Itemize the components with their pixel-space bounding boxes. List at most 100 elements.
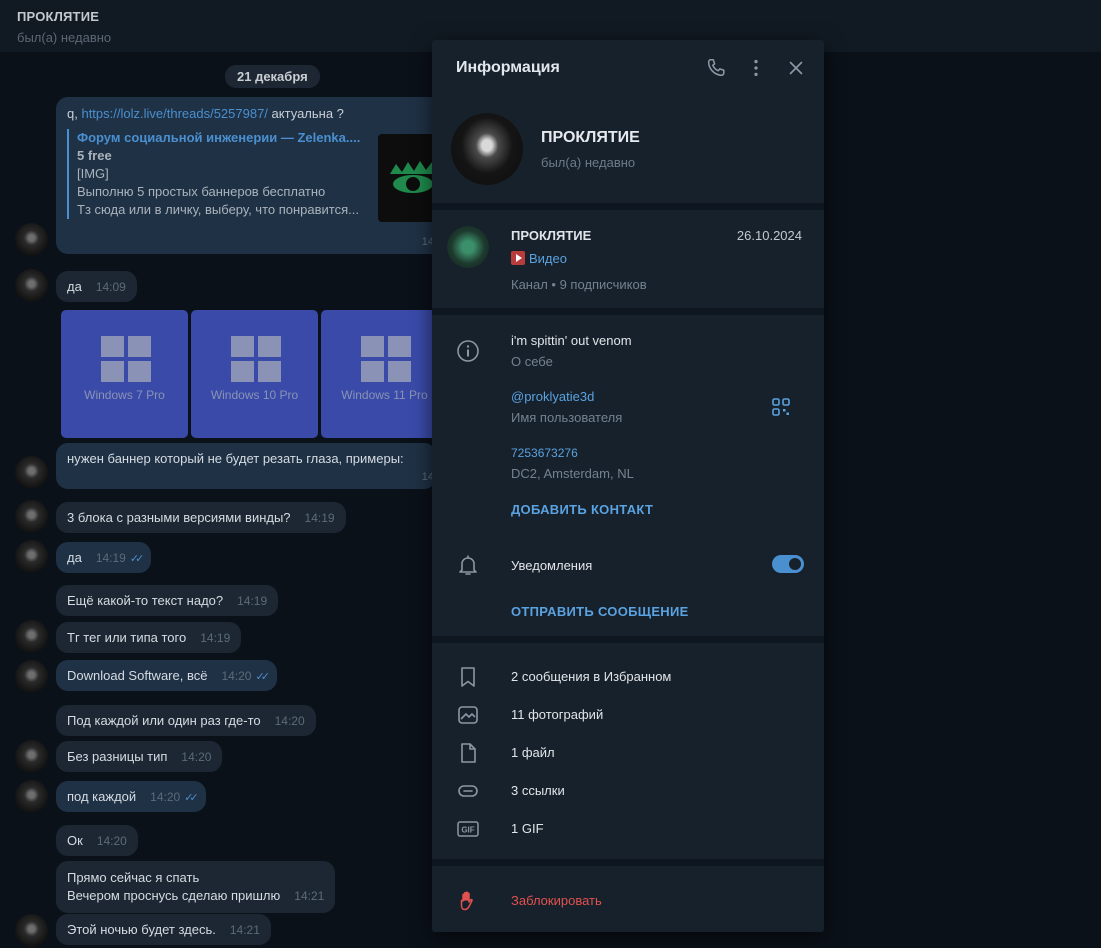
profile-avatar[interactable] — [451, 113, 523, 185]
username-label: Имя пользователя — [511, 410, 623, 425]
message-time: 14:21 — [229, 923, 260, 937]
message-bubble[interactable]: под каждой 14:20 ✓✓ — [56, 781, 206, 812]
message-bubble[interactable]: Под каждой или один раз где-то 14:20 — [56, 705, 316, 736]
preview-line: Выполню 5 простых баннеров бесплатно — [77, 184, 326, 199]
message-time: 14:20 — [274, 714, 305, 728]
link-message-bubble[interactable]: q, https://lolz.live/threads/5257987/ ак… — [56, 97, 456, 254]
profile-name: ПРОКЛЯТИЕ — [541, 129, 640, 146]
photos-row[interactable]: 11 фотографий — [511, 707, 603, 722]
message-bubble[interactable]: да 14:19 ✓✓ — [56, 542, 152, 573]
username-value[interactable]: @proklyatie3d — [511, 389, 594, 404]
avatar[interactable] — [15, 660, 48, 693]
image-tile[interactable]: Windows 10 Pro — [191, 310, 318, 438]
message-time: 14:19 — [200, 631, 231, 645]
image-tile[interactable]: Windows 7 Pro — [61, 310, 188, 438]
message-text: Download Software, всё — [67, 668, 208, 683]
message-text: Прямо сейчас я спать — [67, 870, 200, 885]
message-bubble[interactable]: Тг тег или типа того 14:19 — [56, 622, 242, 653]
avatar[interactable] — [15, 500, 48, 533]
send-message-button[interactable]: ОТПРАВИТЬ СООБЩЕНИЕ — [511, 604, 689, 619]
channel-video-link[interactable]: Видео — [511, 251, 567, 266]
avatar[interactable] — [15, 269, 48, 302]
message-text: Под каждой или один раз где-то — [67, 713, 261, 728]
more-options-icon[interactable] — [745, 57, 767, 79]
phone-icon[interactable] — [705, 57, 727, 79]
links-row[interactable]: 3 ссылки — [511, 783, 565, 798]
message-bubble[interactable]: да 14:09 — [56, 271, 137, 302]
svg-text:GIF: GIF — [461, 826, 474, 835]
block-button[interactable]: Заблокировать — [511, 893, 602, 908]
add-contact-button[interactable]: ДОБАВИТЬ КОНТАКТ — [511, 502, 653, 517]
gifs-row[interactable]: 1 GIF — [511, 821, 544, 836]
message-bubble[interactable]: Этой ночью будет здесь. 14:21 — [56, 914, 271, 945]
message-bubble[interactable]: 3 блока с разными версиями винды? 14:19 — [56, 502, 346, 533]
avatar[interactable] — [15, 540, 48, 573]
info-icon — [457, 340, 479, 362]
notifications-label: Уведомления — [511, 558, 593, 573]
photo-icon — [458, 706, 478, 724]
channel-name[interactable]: ПРОКЛЯТИЕ — [511, 228, 591, 243]
phone-label: DC2, Amsterdam, NL — [511, 466, 634, 481]
message-bubble[interactable]: Download Software, всё 14:20 ✓✓ — [56, 660, 277, 691]
message-time: 14:21 — [294, 889, 325, 903]
message-bubble[interactable]: Ок 14:20 — [56, 825, 138, 856]
message-time: 14:19 — [237, 594, 268, 608]
preview-site: Форум социальной инженерии — Zelenka.... — [77, 130, 361, 145]
message-text: Тг тег или типа того — [67, 630, 187, 645]
bookmark-icon — [461, 667, 475, 687]
message-bubble[interactable]: Без разницы тип 14:20 — [56, 741, 223, 772]
image-tile[interactable]: Windows 11 Pro — [321, 310, 448, 438]
read-ticks-icon: ✓✓ — [255, 671, 270, 683]
read-ticks-icon: ✓✓ — [129, 553, 145, 565]
section-divider — [432, 308, 824, 315]
saved-messages-row[interactable]: 2 сообщения в Избранном — [511, 669, 671, 684]
avatar[interactable] — [15, 740, 48, 773]
tile-label: Windows 10 Pro — [210, 388, 299, 402]
message-time: 14:09 — [95, 280, 126, 294]
avatar[interactable] — [15, 620, 48, 653]
message-time: 14:20 — [150, 790, 181, 804]
date-separator: 21 декабря — [225, 65, 320, 88]
message-time: 14:19 — [95, 551, 126, 565]
channel-avatar[interactable] — [447, 226, 489, 268]
tile-label: Windows 11 Pro — [341, 388, 428, 402]
panel-header: Информация — [432, 40, 824, 96]
file-icon — [461, 743, 476, 763]
message-link[interactable]: https://lolz.live/threads/5257987/ — [81, 106, 267, 121]
message-text: Вечером проснусь сделаю пришлю — [67, 888, 281, 903]
files-row[interactable]: 1 файл — [511, 745, 555, 760]
section-divider — [432, 636, 824, 643]
phone-value[interactable]: 7253673276 — [511, 446, 578, 460]
message-text: да — [67, 279, 82, 294]
preview-line: Тз сюда или в личку, выберу, что понрави… — [77, 202, 359, 217]
preview-title: 5 free — [77, 148, 112, 163]
message-time: 14:20 — [221, 669, 252, 683]
message-text: Этой ночью будет здесь. — [67, 922, 216, 937]
avatar[interactable] — [15, 456, 48, 489]
message-bubble[interactable]: Прямо сейчас я спать Вечером проснусь сд… — [56, 861, 336, 913]
profile-status: был(а) недавно — [541, 155, 636, 170]
avatar[interactable] — [15, 223, 48, 256]
avatar[interactable] — [15, 914, 48, 947]
message-text: Ок — [67, 833, 83, 848]
tile-label: Windows 7 Pro — [84, 388, 165, 402]
chat-title: ПРОКЛЯТИЕ — [17, 9, 100, 24]
link-preview[interactable]: Форум социальной инженерии — Zelenka....… — [67, 129, 367, 219]
read-ticks-icon: ✓✓ — [184, 792, 199, 804]
panel-title: Информация — [456, 59, 560, 76]
message-bubble[interactable]: Ещё какой-то текст надо? 14:19 — [56, 585, 279, 616]
message-time: 14:20 — [96, 834, 127, 848]
close-icon[interactable] — [785, 57, 807, 79]
hand-block-icon — [460, 891, 473, 911]
message-bubble[interactable]: нужен баннер который не будет резать гла… — [56, 443, 436, 489]
bio-text[interactable]: i'm spittin' out venom — [511, 333, 632, 348]
channel-meta: Канал • 9 подписчиков — [511, 277, 647, 292]
message-prefix: q, — [67, 106, 78, 121]
avatar[interactable] — [15, 780, 48, 813]
notifications-toggle[interactable] — [772, 555, 804, 573]
qr-code-icon[interactable] — [772, 398, 790, 416]
message-text: Ещё какой-то текст надо? — [67, 593, 224, 608]
bell-icon — [459, 555, 477, 575]
windows-icon — [231, 336, 281, 382]
channel-video-label: Видео — [529, 251, 567, 266]
